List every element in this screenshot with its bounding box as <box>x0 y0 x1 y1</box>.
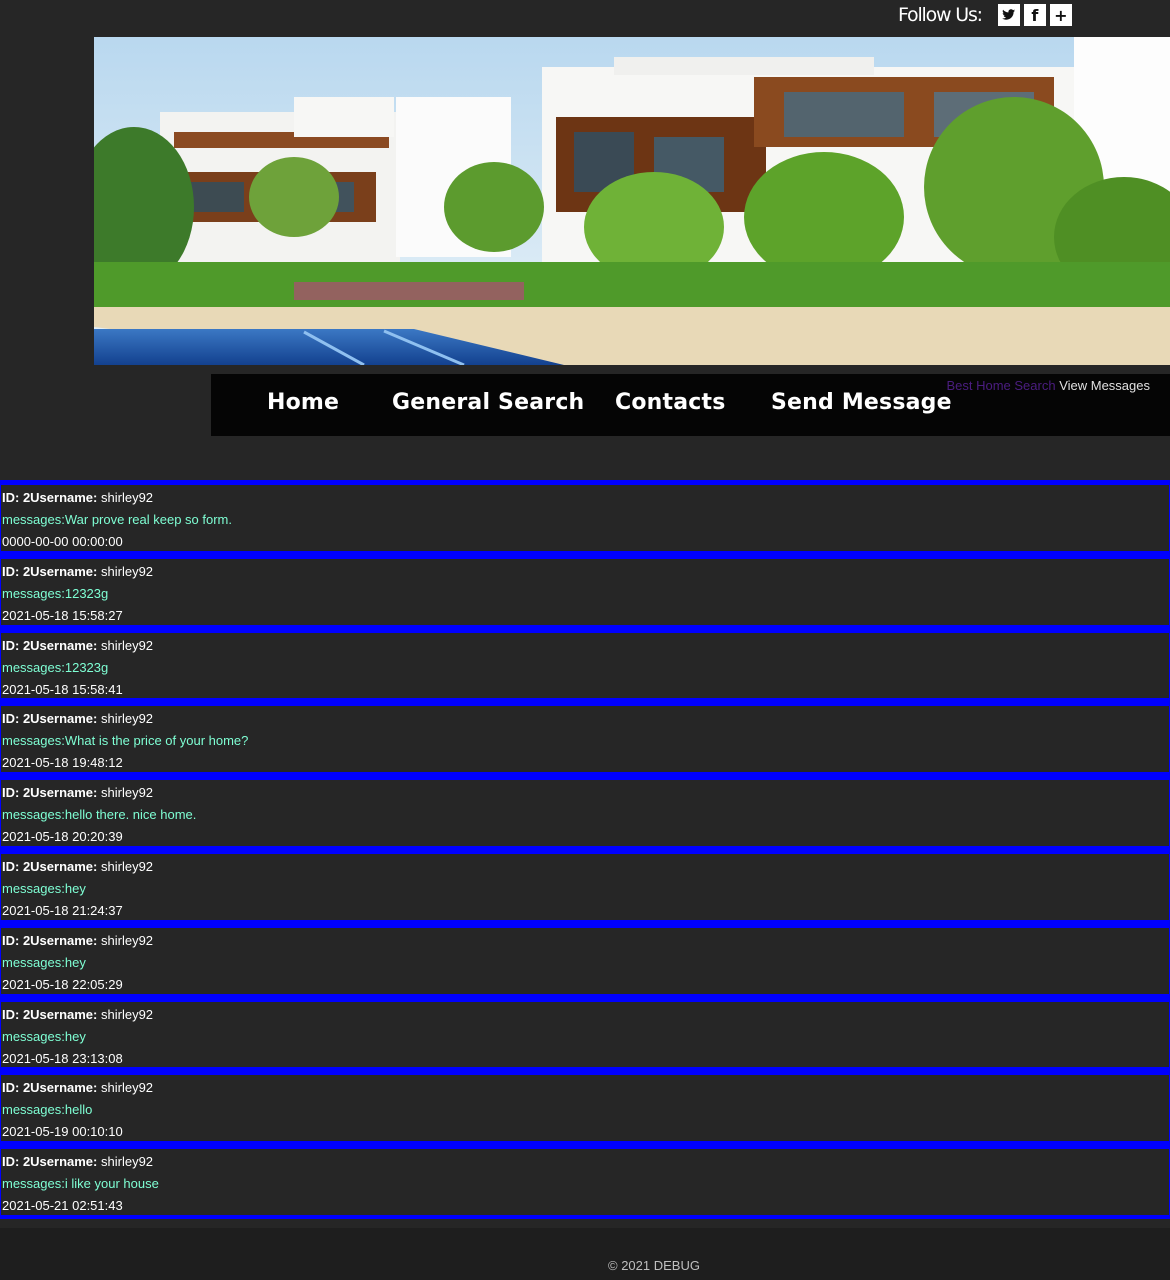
message-item: ID: 2Username: shirley92 messages:hello … <box>0 1071 1170 1146</box>
message-timestamp: 2021-05-18 21:24:37 <box>2 902 123 918</box>
message-header: ID: 2Username: shirley92 <box>2 1075 1169 1099</box>
plus-icon[interactable]: + <box>1049 4 1072 26</box>
username: shirley92 <box>101 490 154 505</box>
id-label: ID: 2 <box>2 563 31 579</box>
username: shirley92 <box>101 858 154 874</box>
message-text: messages:hey <box>2 1028 86 1044</box>
message-item: ID: 2Username: shirley92 messages:hey 20… <box>0 849 1170 924</box>
message-header: ID: 2Username: shirley92 <box>2 633 1169 657</box>
message-header: ID: 2Username: shirley92 <box>2 706 1169 730</box>
message-timestamp: 2021-05-18 22:05:29 <box>2 976 123 992</box>
message-item: ID: 2Username: shirley92 messages:War pr… <box>0 480 1170 555</box>
message-timestamp: 2021-05-18 19:48:12 <box>2 755 123 771</box>
message-item: ID: 2Username: shirley92 messages:12323g… <box>0 628 1170 703</box>
message-item: ID: 2Username: shirley92 messages:i like… <box>0 1145 1170 1219</box>
message-header: ID: 2Username: shirley92 <box>2 559 1169 583</box>
nav-contacts[interactable]: Contacts <box>615 390 726 415</box>
message-text: messages:12323g <box>2 585 109 601</box>
username: shirley92 <box>101 637 154 653</box>
follow-us-label: Follow Us: <box>898 4 983 26</box>
username: shirley92 <box>101 932 154 948</box>
message-item: ID: 2Username: shirley92 messages:12323g… <box>0 554 1170 629</box>
message-timestamp: 2021-05-18 15:58:41 <box>2 681 123 697</box>
message-item: ID: 2Username: shirley92 messages:hello … <box>0 776 1170 850</box>
message-timestamp: 0000-00-00 00:00:00 <box>2 534 123 549</box>
message-text: messages:hello there. nice home. <box>2 807 197 823</box>
message-text: messages:hey <box>2 954 86 970</box>
id-label: ID: 2 <box>2 785 31 801</box>
id-label: ID: 2 <box>2 932 31 948</box>
username: shirley92 <box>101 1006 154 1022</box>
message-header: ID: 2Username: shirley92 <box>2 928 1169 952</box>
id-label: ID: 2 <box>2 637 31 653</box>
message-item: ID: 2Username: shirley92 messages:hey 20… <box>0 997 1170 1072</box>
message-text: messages:hello <box>2 1102 93 1118</box>
id-label: ID: 2 <box>2 490 31 505</box>
nav-send-message[interactable]: Send Message <box>771 390 952 415</box>
username: shirley92 <box>101 1080 154 1096</box>
username-label: Username: <box>30 563 98 579</box>
main-nav: Home General Search Contacts Send Messag… <box>211 374 1170 436</box>
nav-general-search[interactable]: General Search <box>392 390 584 415</box>
message-timestamp: 2021-05-18 20:20:39 <box>2 829 123 845</box>
message-header: ID: 2Username: shirley92 <box>2 485 1169 509</box>
follow-us: Follow Us: f + <box>898 2 1076 28</box>
username: shirley92 <box>101 1154 154 1170</box>
username-label: Username: <box>30 1006 98 1022</box>
username-label: Username: <box>30 1154 98 1170</box>
message-timestamp: 2021-05-18 23:13:08 <box>2 1050 123 1066</box>
id-label: ID: 2 <box>2 1154 31 1170</box>
message-item: ID: 2Username: shirley92 messages:What i… <box>0 702 1170 777</box>
username-label: Username: <box>30 932 98 948</box>
facebook-icon[interactable]: f <box>1023 4 1046 26</box>
message-item: ID: 2Username: shirley92 messages:hey 20… <box>0 923 1170 998</box>
username: shirley92 <box>101 563 154 579</box>
id-label: ID: 2 <box>2 858 31 874</box>
nav-home[interactable]: Home <box>267 390 339 415</box>
username-label: Username: <box>30 711 98 727</box>
hero-banner-image <box>94 37 1170 365</box>
view-messages-link[interactable]: View Messages <box>1059 378 1150 393</box>
message-text: messages:i like your house <box>2 1176 159 1192</box>
message-text: messages:What is the price of your home? <box>2 733 249 749</box>
username-label: Username: <box>30 785 98 801</box>
message-header: ID: 2Username: shirley92 <box>2 780 1169 804</box>
message-timestamp: 2021-05-19 00:10:10 <box>2 1124 123 1140</box>
message-text: messages:12323g <box>2 659 109 675</box>
footer-copyright: © 2021 DEBUG <box>608 1258 700 1273</box>
username: shirley92 <box>101 785 154 801</box>
username: shirley92 <box>101 711 154 727</box>
username-label: Username: <box>30 637 98 653</box>
id-label: ID: 2 <box>2 711 31 727</box>
message-header: ID: 2Username: shirley92 <box>2 1002 1169 1026</box>
message-text: messages:hey <box>2 880 86 896</box>
username-label: Username: <box>30 858 98 874</box>
message-timestamp: 2021-05-18 15:58:27 <box>2 607 123 623</box>
best-home-search-link[interactable]: Best Home Search <box>946 378 1055 393</box>
message-text: messages:War prove real keep so form. <box>2 512 232 527</box>
message-timestamp: 2021-05-21 02:51:43 <box>2 1198 123 1214</box>
message-header: ID: 2Username: shirley92 <box>2 1149 1169 1173</box>
username-label: Username: <box>30 1080 98 1096</box>
id-label: ID: 2 <box>2 1006 31 1022</box>
messages-list: ID: 2Username: shirley92 messages:War pr… <box>0 480 1170 1219</box>
message-header: ID: 2Username: shirley92 <box>2 854 1169 878</box>
nav-text-links: Best Home Search View Messages <box>946 378 1150 393</box>
id-label: ID: 2 <box>2 1080 31 1096</box>
username-label: Username: <box>30 490 98 505</box>
twitter-icon[interactable] <box>997 4 1020 26</box>
